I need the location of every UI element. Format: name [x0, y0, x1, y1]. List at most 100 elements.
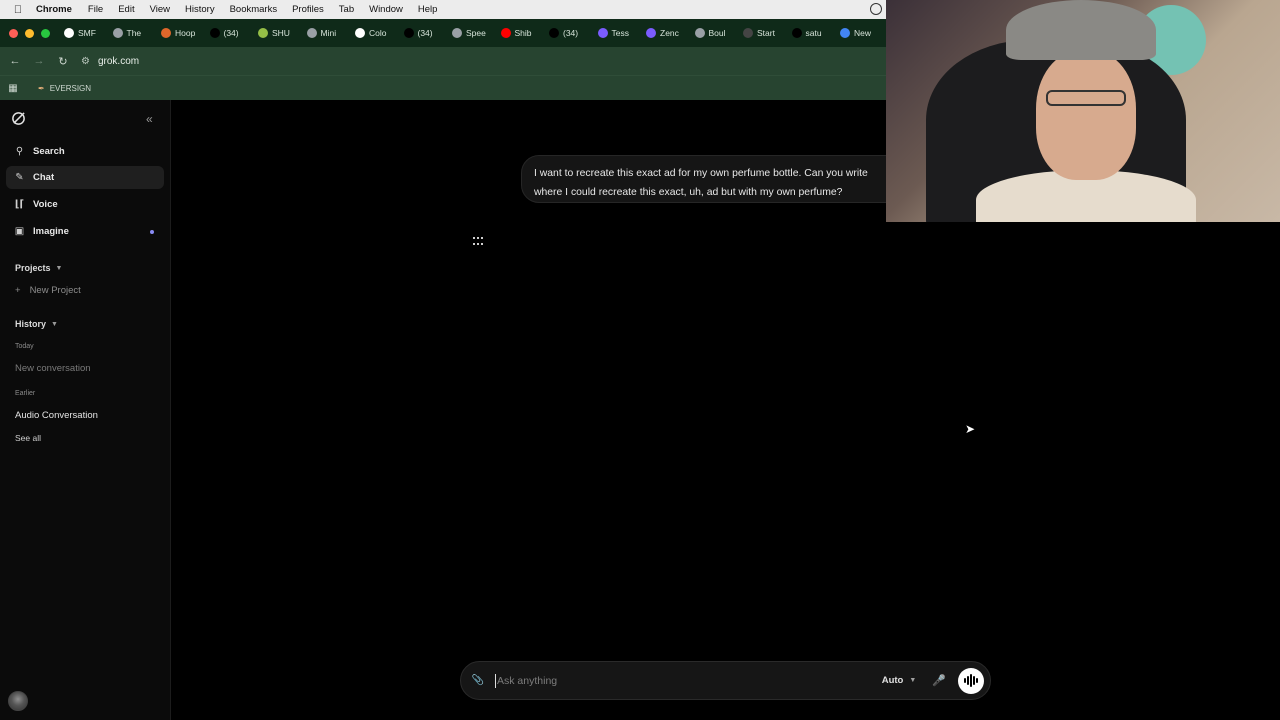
close-window-button[interactable] [9, 28, 18, 38]
browser-tab[interactable]: Zenc [642, 22, 691, 44]
tab-label: Boul [708, 28, 726, 38]
chrome-icon [840, 28, 850, 38]
menu-help[interactable]: Help [418, 4, 438, 15]
nav-search[interactable]: ⚲ Search [6, 140, 164, 163]
tiktok-icon [403, 28, 414, 38]
tab-label: Spee [466, 28, 486, 38]
status-menu-icon[interactable] [870, 3, 882, 15]
model-selector[interactable]: Auto ▼ [882, 675, 917, 686]
browser-tab[interactable]: The [109, 22, 158, 44]
browser-tab[interactable]: Boul [691, 22, 740, 44]
browser-tab[interactable]: SMF [60, 22, 109, 44]
tab-label: (34) [223, 28, 239, 38]
grok-logo-icon[interactable] [11, 111, 26, 126]
gmail-icon [64, 28, 74, 38]
tab-label: Zenc [660, 28, 679, 38]
model-label: Auto [881, 675, 904, 686]
browser-tab-strip: SMF The Hoop (34) SHU Mini Colo (34) Spee Shib (34… [0, 19, 886, 47]
chevron-down-icon: ▼ [51, 320, 58, 328]
window-controls [0, 28, 60, 38]
plus-icon: + [15, 285, 21, 296]
nav-label: Search [33, 146, 65, 157]
image-icon: ▣ [14, 226, 25, 237]
box-icon [743, 28, 753, 38]
globe-icon [694, 28, 705, 38]
browser-tab[interactable]: Hoop [157, 22, 206, 44]
back-arrow-icon[interactable]: ← [3, 55, 27, 67]
tab-label: satu [805, 28, 822, 38]
reload-icon[interactable]: ↻ [51, 55, 75, 68]
history-item-audio-conversation[interactable]: Audio Conversation [15, 410, 98, 421]
minimize-window-button[interactable] [25, 28, 34, 38]
today-group-label: Today [15, 343, 34, 350]
history-section-header[interactable]: History ▼ [15, 319, 58, 329]
menu-file[interactable]: File [88, 4, 103, 15]
menu-edit[interactable]: Edit [118, 4, 134, 15]
menu-profiles[interactable]: Profiles [292, 4, 324, 15]
menu-history[interactable]: History [185, 4, 215, 15]
browser-tab[interactable]: (34) [400, 22, 449, 44]
url-text[interactable]: grok.com [98, 56, 139, 67]
browser-tab[interactable]: (34) [545, 22, 594, 44]
sidebar: « ⚲ Search ✎ Chat ⌊⌈ Voice ▣ Imagine Pro… [0, 100, 171, 720]
browser-tab[interactable]: satu [788, 22, 837, 44]
zencoder-icon [646, 28, 656, 38]
bookmarks-bar: ▦ ✒ EVERSIGN [0, 75, 886, 100]
projects-section-header[interactable]: Projects ▼ [15, 263, 62, 273]
tab-label: New [854, 28, 872, 38]
see-all-link[interactable]: See all [15, 433, 41, 443]
browser-tab[interactable]: Mini [303, 22, 352, 44]
bookmark-eversign[interactable]: ✒ EVERSIGN [38, 84, 91, 93]
globe-icon [306, 28, 317, 38]
site-settings-icon[interactable]: ⚙ [81, 56, 90, 67]
chevron-down-icon: ▼ [909, 677, 917, 684]
browser-tab[interactable]: Colo [351, 22, 400, 44]
omnibox[interactable]: ⚙ grok.com [81, 56, 139, 67]
composer: 📎 Ask anything Auto ▼ 🎤 [460, 661, 991, 700]
earlier-group-label: Earlier [15, 390, 36, 397]
forward-arrow-icon[interactable]: → [27, 55, 51, 67]
user-message-line: I want to recreate this exact ad for my … [534, 168, 868, 179]
history-item-new-conversation[interactable]: New conversation [15, 363, 91, 374]
menu-bookmarks[interactable]: Bookmarks [230, 4, 278, 15]
user-message-bubble: I want to recreate this exact ad for my … [521, 155, 901, 203]
tab-label: SHU [272, 28, 290, 38]
browser-tab[interactable]: Shib [497, 22, 546, 44]
menu-view[interactable]: View [150, 4, 170, 15]
attach-icon[interactable]: 📎 [461, 675, 495, 686]
apps-grid-icon[interactable]: ▦ [0, 83, 26, 94]
tab-label: (34) [417, 28, 433, 38]
browser-tab[interactable]: (34) [206, 22, 255, 44]
browser-tab[interactable]: New [836, 22, 885, 44]
menu-tab[interactable]: Tab [339, 4, 354, 15]
chat-icon: ✎ [15, 172, 24, 183]
microphone-icon[interactable]: 🎤 [932, 674, 946, 687]
tessera-icon [597, 28, 608, 38]
browser-tab[interactable]: Tess [594, 22, 643, 44]
browser-tab[interactable]: SHU [254, 22, 303, 44]
tab-label: The [126, 28, 142, 38]
waveform-icon: ⌊⌈ [14, 199, 25, 210]
collapse-sidebar-icon[interactable]: « [146, 112, 153, 126]
browser-tab[interactable]: Spee [448, 22, 497, 44]
nav-voice[interactable]: ⌊⌈ Voice [6, 193, 164, 216]
loading-dots-icon [473, 237, 483, 247]
browser-tab[interactable]: Start [739, 22, 788, 44]
nav-imagine[interactable]: ▣ Imagine [6, 220, 164, 243]
new-project-button[interactable]: + New Project [15, 285, 81, 296]
menu-app-name[interactable]: Chrome [36, 4, 72, 15]
voice-mode-button[interactable] [958, 667, 984, 694]
menu-window[interactable]: Window [369, 4, 403, 15]
zoom-window-button[interactable] [41, 28, 50, 38]
basketball-icon [161, 28, 171, 38]
avatar[interactable] [8, 691, 28, 711]
ask-input[interactable]: Ask anything [495, 673, 882, 688]
apple-menu-icon[interactable]:  [0, 4, 36, 16]
nav-chat[interactable]: ✎ Chat [6, 166, 164, 189]
webcam-person-face [1036, 50, 1136, 180]
projects-label: Projects [15, 263, 51, 273]
user-message-line: where I could recreate this exact, uh, a… [534, 186, 843, 198]
tab-label: (34) [563, 28, 579, 38]
tab-label: Start [757, 28, 775, 38]
pen-icon: ✒ [38, 83, 45, 93]
